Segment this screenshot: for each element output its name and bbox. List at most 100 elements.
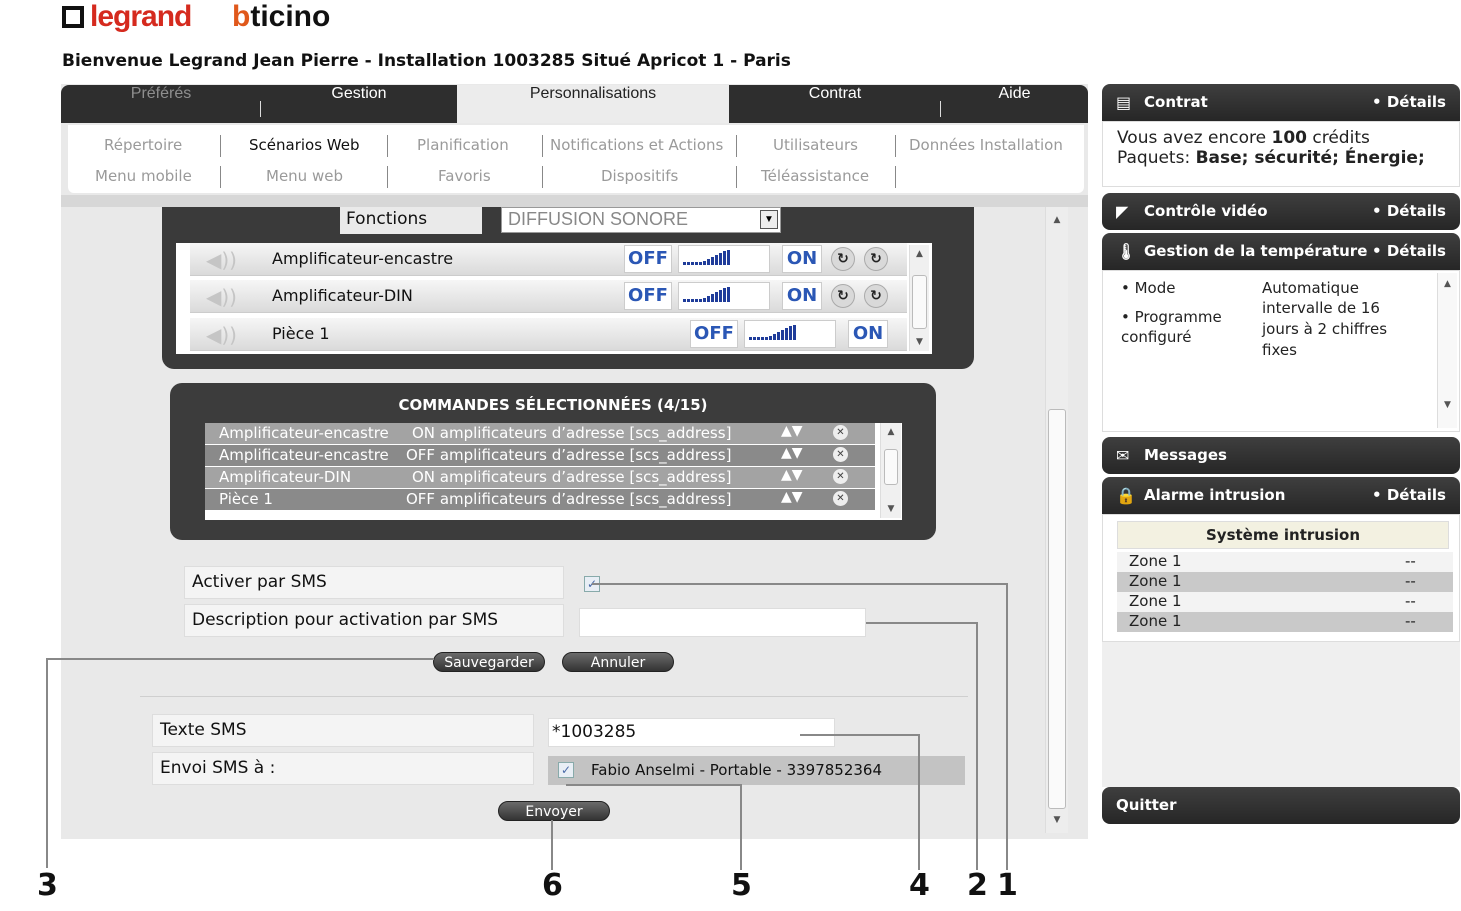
volume-slider[interactable] xyxy=(678,245,770,273)
remove-icon[interactable]: ✕ xyxy=(833,425,848,440)
off-button[interactable]: OFF xyxy=(690,320,738,348)
tab-aide[interactable]: Aide xyxy=(941,85,1088,123)
volume-slider[interactable] xyxy=(678,282,770,310)
cancel-button[interactable]: Annuler xyxy=(562,652,674,672)
tab-gestion[interactable]: Gestion xyxy=(261,85,457,123)
subnav-dispositifs[interactable]: Dispositifs xyxy=(601,167,678,185)
scroll-up-icon[interactable]: ▲ xyxy=(910,249,929,259)
temperature-details-link[interactable]: • Détails xyxy=(1372,242,1446,260)
contrat-details-link[interactable]: • Détails xyxy=(1372,93,1446,111)
subnav-divider xyxy=(736,135,737,157)
fonctions-select[interactable]: DIFFUSION SONORE ▼ xyxy=(501,207,781,233)
callout-number: 2 xyxy=(967,868,988,903)
texte-sms-input[interactable]: *1003285 xyxy=(548,718,835,747)
tab-label: Personnalisations xyxy=(529,85,657,102)
send-button[interactable]: Envoyer xyxy=(498,801,610,821)
scroll-down-icon[interactable]: ▼ xyxy=(881,504,901,514)
reorder-arrows-icon[interactable]: ▲▼ xyxy=(781,489,803,505)
messages-title: Messages xyxy=(1144,446,1227,464)
reorder-arrows-icon[interactable]: ▲▼ xyxy=(781,467,803,483)
video-details-link[interactable]: • Détails xyxy=(1372,202,1446,220)
zone-row: Zone 1 -- xyxy=(1117,612,1453,632)
chevron-down-icon[interactable]: ▼ xyxy=(760,210,778,229)
device-name: Pièce 1 xyxy=(272,324,330,343)
volume-slider[interactable] xyxy=(744,320,836,348)
reorder-arrows-icon[interactable]: ▲▼ xyxy=(781,445,803,461)
on-button[interactable]: ON xyxy=(848,320,888,348)
subnav-divider xyxy=(895,135,896,157)
device-row: ◀)) Amplificateur-DIN OFF ON ↻ ↻ xyxy=(190,280,907,313)
scroll-down-icon[interactable]: ▼ xyxy=(1438,400,1457,410)
description-sms-input[interactable] xyxy=(579,608,866,637)
messages-header[interactable]: ✉ Messages xyxy=(1102,437,1460,474)
tab-contrat[interactable]: Contrat xyxy=(729,85,941,123)
alarme-details-link[interactable]: • Détails xyxy=(1372,486,1446,504)
subnav-teleassistance[interactable]: Téléassistance xyxy=(761,167,869,185)
subnav-donnees-installation[interactable]: Données Installation xyxy=(909,136,1063,154)
scroll-down-icon[interactable]: ▼ xyxy=(910,337,929,347)
subnav-favoris[interactable]: Favoris xyxy=(438,167,491,185)
legrand-logo: legrand xyxy=(62,0,192,34)
command-row[interactable]: Amplificateur-DIN ON amplificateurs d’ad… xyxy=(205,467,875,488)
subnav-menu-web[interactable]: Menu web xyxy=(266,167,343,185)
subnav-scenarios-web[interactable]: Scénarios Web xyxy=(249,136,360,154)
bticino-logo-b: b xyxy=(232,0,251,33)
tab-personnalisations[interactable]: Personnalisations xyxy=(457,85,729,123)
scroll-up-icon[interactable]: ▲ xyxy=(881,427,901,437)
scroll-thumb[interactable] xyxy=(884,449,898,485)
off-button[interactable]: OFF xyxy=(624,282,672,310)
scroll-thumb[interactable] xyxy=(912,275,927,329)
subnav-divider xyxy=(220,166,221,188)
sub-navigation: Répertoire Scénarios Web Planification N… xyxy=(68,125,1084,193)
on-button[interactable]: ON xyxy=(782,245,822,273)
main-scrollbar[interactable]: ▲ ▼ xyxy=(1045,207,1068,833)
callout-line xyxy=(800,734,920,736)
zone-name: Zone 1 xyxy=(1129,612,1182,630)
scroll-down-icon[interactable]: ▼ xyxy=(1046,815,1068,825)
remove-icon[interactable]: ✕ xyxy=(833,447,848,462)
alarme-header: 🔒 Alarme intrusion • Détails xyxy=(1102,477,1460,514)
contact-row[interactable]: ✓ Fabio Anselmi - Portable - 3397852364 xyxy=(548,756,965,785)
refresh-icon[interactable]: ↻ xyxy=(831,284,855,308)
scroll-up-icon[interactable]: ▲ xyxy=(1438,279,1457,289)
callout-line xyxy=(918,734,920,870)
temperature-scrollbar[interactable]: ▲ ▼ xyxy=(1437,273,1457,428)
command-row[interactable]: Pièce 1 OFF amplificateurs d’adresse [sc… xyxy=(205,489,875,510)
subnav-divider xyxy=(895,166,896,188)
subnav-menu-mobile[interactable]: Menu mobile xyxy=(95,167,192,185)
off-button[interactable]: OFF xyxy=(624,245,672,273)
subnav-planification[interactable]: Planification xyxy=(417,136,509,154)
device-list-scrollbar[interactable]: ▲ ▼ xyxy=(909,245,929,351)
subnav-utilisateurs[interactable]: Utilisateurs xyxy=(773,136,858,154)
quit-label: Quitter xyxy=(1116,796,1177,814)
command-row[interactable]: Amplificateur-encastre OFF amplificateur… xyxy=(205,445,875,466)
subnav-divider xyxy=(387,135,388,157)
legrand-square-icon xyxy=(62,6,84,28)
camera-icon: ◤ xyxy=(1116,202,1129,221)
save-button[interactable]: Sauvegarder xyxy=(433,652,545,672)
remove-icon[interactable]: ✕ xyxy=(833,491,848,506)
refresh-icon[interactable]: ↻ xyxy=(831,247,855,271)
remove-icon[interactable]: ✕ xyxy=(833,469,848,484)
tab-label: Contrat xyxy=(808,85,862,102)
scroll-up-icon[interactable]: ▲ xyxy=(1046,215,1068,225)
subnav-notifications[interactable]: Notifications et Actions xyxy=(550,136,723,154)
lock-icon: 🔒 xyxy=(1116,486,1136,505)
scroll-thumb[interactable] xyxy=(1048,409,1066,809)
reorder-arrows-icon[interactable]: ▲▼ xyxy=(781,423,803,439)
subnav-repertoire[interactable]: Répertoire xyxy=(104,136,182,154)
commandes-scrollbar[interactable]: ▲ ▼ xyxy=(880,423,901,518)
texte-sms-label: Texte SMS xyxy=(152,714,534,747)
command-row[interactable]: Amplificateur-encastre ON amplificateurs… xyxy=(205,423,875,444)
on-button[interactable]: ON xyxy=(782,282,822,310)
quit-button[interactable]: Quitter xyxy=(1102,787,1460,824)
mode-value: Automatique xyxy=(1262,279,1359,297)
tab-preferes[interactable]: Préférés xyxy=(61,85,261,123)
temperature-body: • Mode Automatique • Programme configuré… xyxy=(1102,270,1460,432)
contact-checkbox[interactable]: ✓ xyxy=(558,762,574,778)
envelope-icon: ✉ xyxy=(1116,446,1130,465)
refresh-icon[interactable]: ↻ xyxy=(864,284,888,308)
speaker-icon: ◀)) xyxy=(206,285,237,309)
credits-value: 100 xyxy=(1271,128,1307,148)
refresh-icon[interactable]: ↻ xyxy=(864,247,888,271)
